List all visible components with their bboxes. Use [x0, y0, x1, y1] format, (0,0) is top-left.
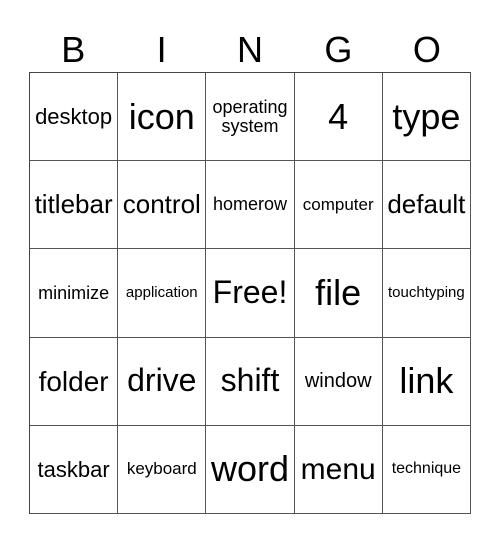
bingo-cell[interactable]: shift [206, 337, 295, 426]
bingo-cell[interactable]: file [294, 249, 383, 338]
bingo-cell[interactable]: default [382, 161, 471, 250]
bingo-cell[interactable]: computer [294, 161, 383, 250]
bingo-cell[interactable]: control [118, 161, 207, 250]
header-letter-n: N [237, 29, 264, 70]
bingo-cell[interactable]: desktop [30, 73, 119, 162]
bingo-cell[interactable]: application [118, 249, 207, 338]
bingo-header: B I N G O [29, 30, 471, 70]
bingo-cell[interactable]: 4 [294, 73, 383, 162]
bingo-cell[interactable]: word [206, 425, 295, 514]
bingo-cell[interactable]: taskbar [30, 425, 119, 514]
bingo-cell[interactable]: icon [118, 73, 207, 162]
bingo-cell[interactable]: drive [118, 337, 207, 426]
bingo-cell[interactable]: touchtyping [382, 249, 471, 338]
bingo-cell[interactable]: type [382, 73, 471, 162]
bingo-cell[interactable]: minimize [30, 249, 119, 338]
bingo-cell[interactable]: technique [382, 425, 471, 514]
bingo-cell[interactable]: folder [30, 337, 119, 426]
bingo-cell[interactable]: window [294, 337, 383, 426]
header-letter-b: B [61, 29, 86, 70]
bingo-board: desktop icon operating system 4 type tit… [29, 72, 471, 514]
bingo-cell[interactable]: link [382, 337, 471, 426]
bingo-cell[interactable]: titlebar [30, 161, 119, 250]
header-letter-g: G [324, 29, 353, 70]
bingo-cell[interactable]: keyboard [118, 425, 207, 514]
header-letter-o: O [412, 29, 441, 70]
bingo-cell[interactable]: homerow [206, 161, 295, 250]
free-space-cell[interactable]: Free! [206, 249, 295, 338]
bingo-cell[interactable]: menu [294, 425, 383, 514]
bingo-cell[interactable]: operating system [206, 73, 295, 162]
header-letter-i: I [156, 29, 167, 70]
